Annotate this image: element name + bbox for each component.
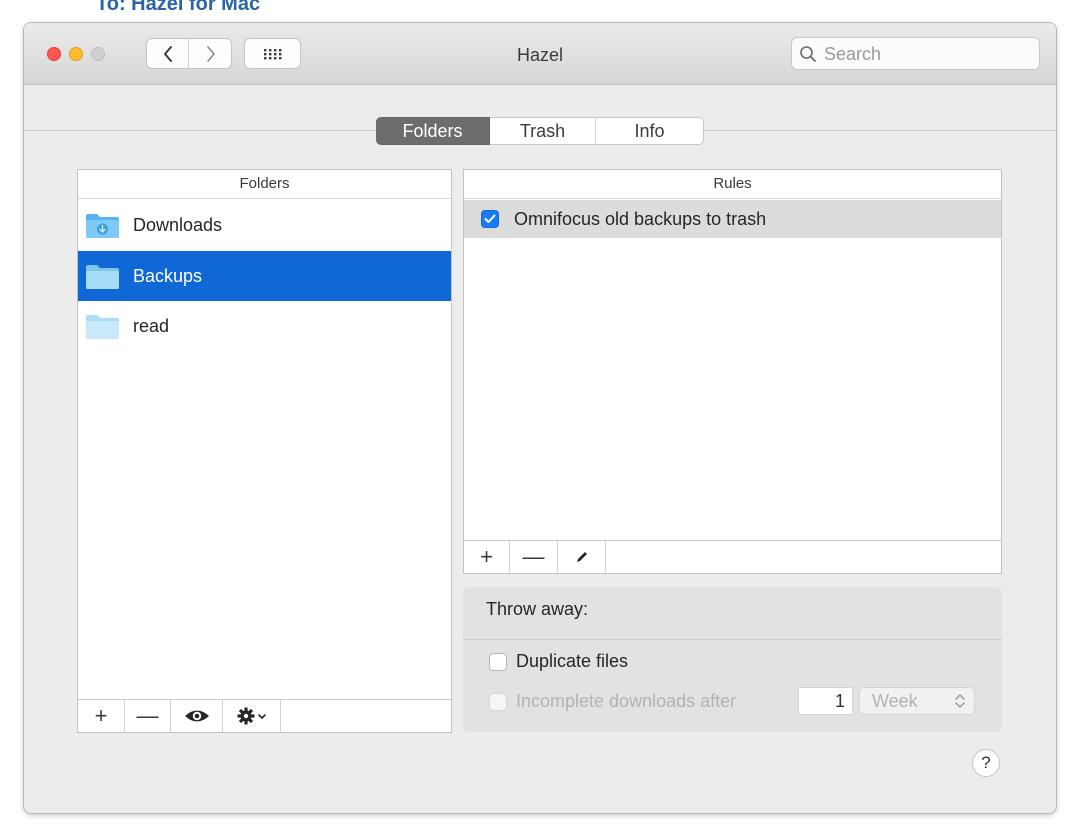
rules-header: Rules: [464, 170, 1001, 199]
tab-info[interactable]: Info: [596, 117, 704, 145]
folder-item-backups[interactable]: Backups: [78, 251, 451, 301]
titlebar: Hazel: [24, 23, 1056, 85]
folder-label: Downloads: [133, 214, 223, 235]
folder-actions-button[interactable]: [223, 700, 281, 732]
checkmark-icon: [484, 214, 496, 223]
stepper-arrows-icon: [955, 694, 965, 708]
unit-value: Week: [872, 691, 918, 711]
rules-toolbar: + —: [464, 540, 1001, 573]
incomplete-downloads-unit-select[interactable]: Week: [859, 687, 975, 715]
duplicate-files-label: Duplicate files: [516, 651, 629, 671]
folder-item-read[interactable]: read: [78, 301, 451, 351]
folder-label: read: [133, 315, 170, 336]
add-folder-button[interactable]: +: [78, 700, 125, 732]
rule-item[interactable]: Omnifocus old backups to trash: [464, 200, 1001, 238]
downloads-folder-icon: [85, 212, 120, 239]
throw-away-divider: [463, 639, 1002, 640]
tab-folders[interactable]: Folders: [376, 117, 490, 145]
tab-bar: Folders Trash Info: [376, 117, 704, 145]
incomplete-downloads-option: Incomplete downloads after: [489, 691, 736, 712]
throw-away-box: Throw away: Duplicate files Incomplete d…: [463, 587, 1002, 732]
folder-label: Backups: [133, 265, 203, 286]
rules-list: Rules Omnifocus old backups to trash + —: [463, 169, 1002, 574]
incomplete-downloads-checkbox: [489, 692, 507, 711]
folder-item-downloads[interactable]: Downloads: [78, 200, 451, 250]
search-icon: [800, 46, 816, 62]
duplicate-files-option[interactable]: Duplicate files: [489, 651, 628, 672]
folders-toolbar: + —: [78, 699, 451, 732]
remove-rule-button[interactable]: —: [510, 541, 558, 573]
gear-icon: [237, 707, 266, 725]
folders-header: Folders: [78, 170, 451, 199]
incomplete-downloads-amount[interactable]: 1: [798, 687, 853, 715]
pencil-icon: [576, 552, 587, 562]
rule-enabled-checkbox[interactable]: [481, 210, 499, 228]
search-field[interactable]: [791, 37, 1040, 70]
remove-folder-button[interactable]: —: [125, 700, 171, 732]
eye-icon: [184, 710, 209, 722]
throw-away-label: Throw away:: [486, 599, 589, 619]
tab-trash[interactable]: Trash: [490, 117, 596, 145]
edit-rule-button[interactable]: [558, 541, 606, 573]
folders-list: Folders Downloads Backups read + —: [77, 169, 452, 733]
background-page-title: To: Hazel for Mac: [96, 0, 261, 15]
rule-label: Omnifocus old backups to trash: [514, 208, 767, 229]
preview-folder-button[interactable]: [171, 700, 223, 732]
hazel-window: Hazel Folders Trash Info Folders Downloa…: [24, 23, 1056, 813]
folder-icon: [85, 313, 120, 340]
add-rule-button[interactable]: +: [464, 541, 510, 573]
search-input[interactable]: [824, 42, 1024, 66]
duplicate-files-checkbox[interactable]: [489, 652, 507, 671]
help-button[interactable]: ?: [972, 749, 1000, 777]
incomplete-downloads-label: Incomplete downloads after: [516, 691, 737, 711]
folder-icon: [85, 263, 120, 290]
